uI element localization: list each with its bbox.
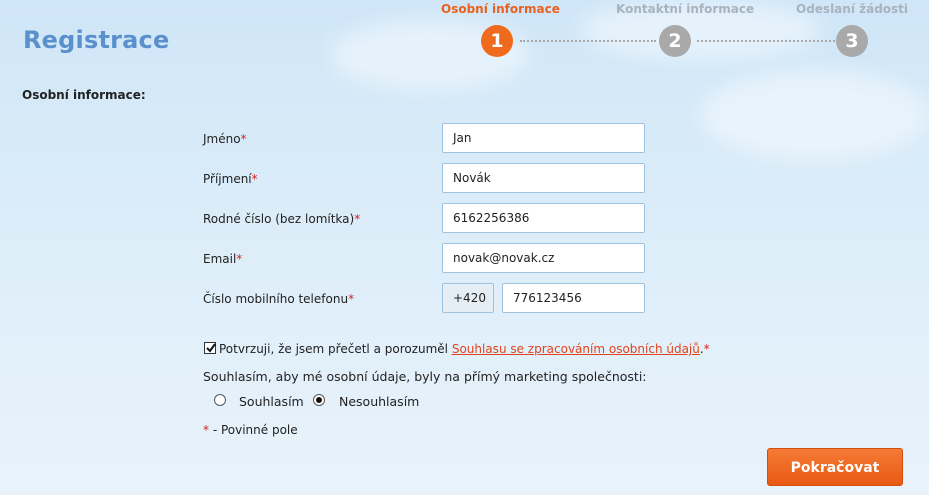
radio-agree[interactable] bbox=[214, 394, 226, 406]
consent-text: Potvrzuji, že jsem přečetl a porozuměl S… bbox=[219, 342, 710, 356]
step-circle-2: 2 bbox=[659, 25, 691, 57]
checkmark-icon bbox=[206, 343, 216, 353]
step-circle-3: 3 bbox=[836, 25, 868, 57]
continue-button[interactable]: Pokračovat bbox=[767, 448, 903, 486]
required-mark: * bbox=[703, 342, 710, 356]
last-name-label-text: Příjmení bbox=[203, 172, 252, 186]
step-label-contact: Kontaktní informace bbox=[616, 2, 755, 16]
first-name-label: Jméno* bbox=[203, 132, 247, 146]
page-title: Registrace bbox=[23, 26, 170, 54]
first-name-label-text: Jméno bbox=[203, 132, 241, 146]
required-mark: * bbox=[354, 212, 361, 226]
phone-label: Číslo mobilního telefonu* bbox=[203, 292, 354, 306]
radio-agree-label[interactable]: Souhlasím bbox=[239, 394, 304, 409]
section-title: Osobní informace: bbox=[22, 88, 146, 102]
background-cloud bbox=[700, 70, 929, 160]
required-mark: * bbox=[236, 252, 243, 266]
email-label-text: Email bbox=[203, 252, 237, 266]
consent-link[interactable]: Souhlasu se zpracováním osobních údajů bbox=[452, 342, 700, 356]
step-connector bbox=[520, 40, 656, 42]
email-input[interactable]: novak@novak.cz bbox=[442, 243, 645, 273]
step-connector bbox=[697, 40, 835, 42]
birth-number-label-text: Rodné číslo (bez lomítka) bbox=[203, 212, 355, 226]
required-legend-text: - Povinné pole bbox=[209, 423, 298, 437]
email-label: Email* bbox=[203, 252, 242, 266]
required-mark: * bbox=[348, 292, 355, 306]
radio-selected-dot bbox=[316, 397, 322, 403]
last-name-input[interactable]: Novák bbox=[442, 163, 645, 193]
phone-prefix: +420 bbox=[442, 283, 494, 313]
required-mark: * bbox=[251, 172, 258, 186]
last-name-label: Příjmení* bbox=[203, 172, 258, 186]
birth-number-label: Rodné číslo (bez lomítka)* bbox=[203, 212, 360, 226]
phone-input[interactable]: 776123456 bbox=[502, 283, 645, 313]
consent-checkbox[interactable] bbox=[204, 342, 216, 354]
step-label-personal: Osobní informace bbox=[441, 2, 560, 16]
radio-disagree-label[interactable]: Nesouhlasím bbox=[339, 394, 419, 409]
phone-label-text: Číslo mobilního telefonu bbox=[203, 292, 349, 306]
step-circle-1: 1 bbox=[481, 25, 513, 57]
step-label-submit: Odeslaní žádosti bbox=[796, 2, 909, 16]
first-name-input[interactable]: Jan bbox=[442, 123, 645, 153]
marketing-question: Souhlasím, aby mé osobní údaje, byly na … bbox=[203, 369, 647, 384]
radio-disagree[interactable] bbox=[313, 394, 325, 406]
required-mark: * bbox=[240, 132, 247, 146]
consent-text-before: Potvrzuji, že jsem přečetl a porozuměl bbox=[219, 342, 452, 356]
required-legend: * - Povinné pole bbox=[203, 423, 298, 437]
birth-number-input[interactable]: 6162256386 bbox=[442, 203, 645, 233]
